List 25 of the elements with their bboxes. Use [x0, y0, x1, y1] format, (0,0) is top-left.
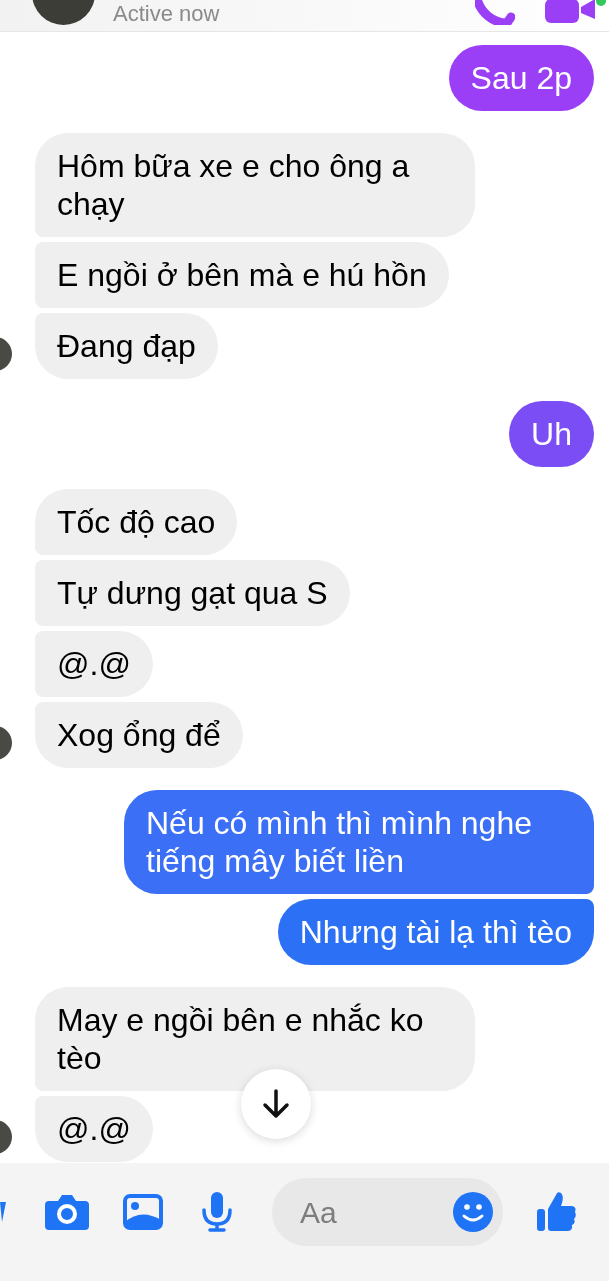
emoji-icon[interactable] [453, 1192, 493, 1232]
message-bubble: Đang đạp [35, 313, 218, 379]
message-bubble: Tốc độ cao [35, 489, 238, 555]
message-bubble: @.@ [35, 631, 153, 697]
phone-icon[interactable] [475, 0, 515, 25]
message-bubble: Uh [509, 401, 594, 467]
down-arrow-icon [262, 1089, 290, 1119]
message-field[interactable]: Aa [300, 1189, 453, 1235]
message-bubble: Hôm bữa xe e cho ông a chạy [35, 133, 475, 237]
message-bubble: Nhưng tài lạ thì tèo [277, 899, 594, 965]
video-icon[interactable] [545, 0, 607, 23]
camera-icon[interactable] [45, 1194, 89, 1230]
thumbs-up-icon[interactable] [537, 1191, 577, 1233]
message-bubble: Sau 2p [448, 45, 594, 111]
message-bubble: E ngồi ở bên mà e hú hồn [35, 242, 449, 308]
image-icon[interactable] [123, 1194, 163, 1230]
message-bubble: Nếu có mình thì mình nghe tiếng mây biết liền [124, 790, 594, 894]
message-bubble: Xog ổng để [35, 702, 243, 768]
message-bubble: Tự dưng gạt qua S [35, 560, 350, 626]
scroll-down-button[interactable] [241, 1069, 311, 1139]
message-bubble: @.@ [35, 1096, 153, 1162]
microphone-icon[interactable] [201, 1192, 233, 1232]
message-bubble: May e ngồi bên e nhắc ko tèo [35, 987, 475, 1091]
message-input[interactable]: Aa [272, 1178, 503, 1246]
active-status: Active now [113, 1, 220, 27]
